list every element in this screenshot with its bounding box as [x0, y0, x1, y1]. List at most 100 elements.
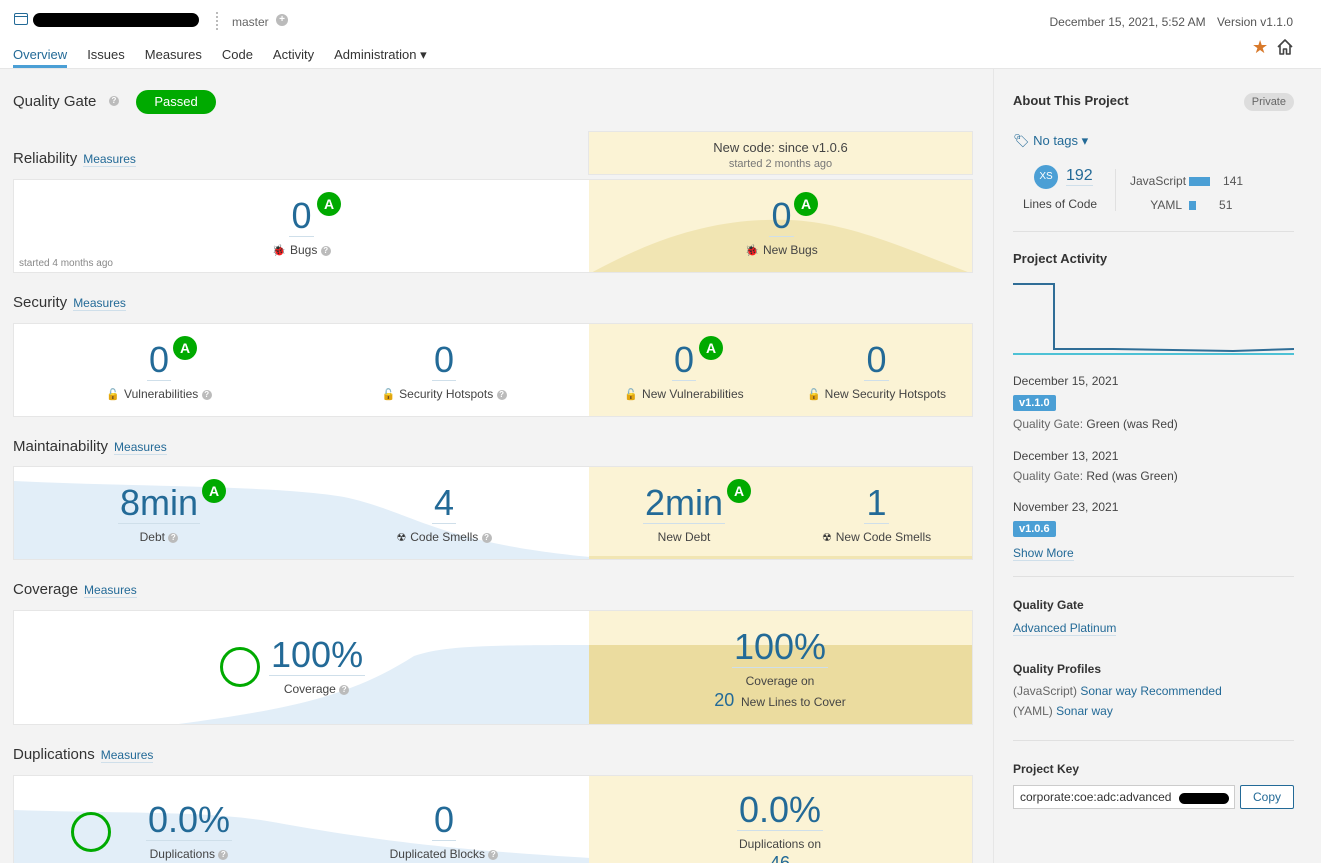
new-vulnerabilities-rating[interactable]: A [699, 336, 723, 360]
duplicated-blocks-metric[interactable]: 0 Duplicated Blocks ? [369, 800, 519, 861]
help-icon[interactable]: ? [339, 684, 350, 695]
new-dup-lines-value[interactable]: 46 [770, 853, 790, 863]
bugs-rating[interactable]: A [317, 192, 341, 216]
new-bugs-label: New Bugs [763, 243, 818, 257]
debt-value[interactable]: 8min [117, 483, 201, 524]
new-debt-metric[interactable]: 2min New Debt [624, 483, 744, 544]
help-icon[interactable]: ? [496, 389, 507, 400]
qp-section-title: Quality Profiles [1013, 662, 1102, 676]
help-icon[interactable]: ? [201, 389, 212, 400]
new-vulnerabilities-metric[interactable]: 0 🔓 New Vulnerabilities [604, 340, 764, 402]
tags-label[interactable]: No tags [1033, 133, 1078, 148]
help-icon[interactable]: ? [109, 96, 119, 106]
new-hotspots-metric[interactable]: 0 🔓 New Security Hotspots [794, 340, 959, 402]
new-code-label: New code: since v1.0.6 [713, 140, 848, 155]
smell-icon: ☢ [821, 532, 832, 544]
new-lines-value[interactable]: 20 [714, 690, 734, 710]
activity-section: Project Activity [1013, 251, 1294, 266]
new-bugs-metric[interactable]: 0 🐞 New Bugs [694, 196, 869, 258]
code-smells-label: Code Smells [410, 530, 479, 544]
help-icon[interactable]: ? [488, 849, 499, 860]
security-measures-link[interactable]: Measures [73, 296, 126, 311]
duplications-metric[interactable]: 0.0% Duplications ? [124, 800, 254, 861]
new-code-smells-value[interactable]: 1 [864, 483, 889, 524]
bugs-label: Bugs [290, 243, 318, 257]
vulnerabilities-value[interactable]: 0 [146, 340, 172, 381]
tab-administration[interactable]: Administration ▾ [334, 47, 427, 68]
duplicated-blocks-label: Duplicated Blocks [389, 847, 486, 861]
duplications-value[interactable]: 0.0% [145, 800, 233, 841]
bugs-metric[interactable]: 0 🐞 Bugs ? [214, 196, 389, 257]
new-coverage-label: Coverage on [745, 674, 815, 688]
branch-name[interactable]: master [232, 15, 269, 29]
lock-icon: 🔓 [806, 389, 821, 401]
language-bar [1188, 177, 1210, 187]
security-title: Security Measures [13, 294, 126, 311]
new-debt-rating[interactable]: A [727, 479, 751, 503]
code-smells-metric[interactable]: 4 ☢ Code Smells ? [369, 483, 519, 544]
reliability-measures-link[interactable]: Measures [83, 152, 136, 167]
divider [1013, 740, 1294, 741]
tab-code[interactable]: Code [222, 47, 253, 68]
vulnerabilities-metric[interactable]: 0 🔓 Vulnerabilities ? [64, 340, 254, 401]
hotspots-metric[interactable]: 0 🔓 Security Hotspots ? [354, 340, 534, 401]
new-code-smells-metric[interactable]: 1 ☢ New Code Smells [804, 483, 949, 545]
tab-activity[interactable]: Activity [273, 47, 314, 68]
hotspots-value[interactable]: 0 [431, 340, 457, 381]
new-coverage-metric[interactable]: 100% Coverage on 20 New Lines to Cover [690, 627, 870, 711]
new-bugs-value[interactable]: 0 [769, 196, 794, 237]
new-hotspots-label: New Security Hotspots [824, 387, 947, 401]
loc-value[interactable]: 192 [1066, 167, 1093, 186]
show-more-link[interactable]: Show More [1013, 546, 1074, 561]
profile-row: (JavaScript) Sonar way Recommended [1013, 684, 1294, 698]
bugs-value[interactable]: 0 [289, 196, 314, 237]
duplicated-blocks-value[interactable]: 0 [431, 800, 457, 841]
coverage-metric[interactable]: 100% Coverage ? [269, 635, 366, 696]
coverage-value[interactable]: 100% [269, 635, 366, 676]
new-hotspots-value[interactable]: 0 [864, 340, 889, 381]
new-duplications-metric[interactable]: 0.0% Duplications on 46 [700, 790, 860, 863]
new-duplications-value[interactable]: 0.0% [736, 790, 824, 831]
visibility-badge: Private [1243, 93, 1294, 111]
quality-gate-link[interactable]: Advanced Platinum [1013, 621, 1117, 636]
coverage-title: Coverage Measures [13, 581, 137, 598]
gate-change: Green (was Red) [1086, 417, 1178, 431]
star-icon[interactable]: ★ [1252, 38, 1268, 56]
duplications-measures-link[interactable]: Measures [100, 748, 154, 763]
language-bar [1188, 201, 1196, 211]
section-name: Duplications [13, 746, 95, 763]
new-coverage-value[interactable]: 100% [731, 627, 829, 668]
maintainability-measures-link[interactable]: Measures [114, 440, 167, 455]
activity-entry: December 15, 2021 v1.1.0 Quality Gate: G… [1013, 374, 1294, 431]
reliability-title: Reliability Measures [13, 150, 136, 167]
tags-selector[interactable]: 🏷 No tags ▾ [1013, 133, 1294, 149]
size-rating-badge: XS [1034, 165, 1058, 189]
code-smells-value[interactable]: 4 [431, 483, 457, 524]
profile-link[interactable]: Sonar way Recommended [1080, 684, 1221, 698]
profile-row: (YAML) Sonar way [1013, 704, 1294, 718]
branch-plus-icon[interactable]: + [276, 14, 288, 26]
help-icon[interactable]: ? [320, 245, 331, 256]
profile-language: (JavaScript) [1013, 684, 1078, 698]
activity-graph[interactable] [1013, 279, 1294, 359]
debt-rating[interactable]: A [202, 479, 226, 503]
help-icon[interactable]: ? [481, 532, 492, 543]
vulnerabilities-rating[interactable]: A [173, 336, 197, 360]
home-icon[interactable] [1276, 38, 1294, 56]
duplications-panel: 0.0% Duplications ? 0 Duplicated Blocks … [13, 775, 973, 863]
copy-key-button[interactable]: Copy [1240, 785, 1294, 809]
tab-overview[interactable]: Overview [13, 47, 68, 68]
profile-link[interactable]: Sonar way [1056, 704, 1113, 718]
help-icon[interactable]: ? [218, 849, 229, 860]
tab-measures[interactable]: Measures [145, 47, 202, 68]
coverage-label: Coverage [283, 682, 336, 696]
new-bugs-rating[interactable]: A [794, 192, 818, 216]
project-sidebar: About This Project Private 🏷 No tags ▾ X… [993, 69, 1321, 863]
tab-issues[interactable]: Issues [87, 47, 125, 68]
redacted-project-name [33, 13, 199, 27]
help-icon[interactable]: ? [168, 532, 179, 543]
coverage-measures-link[interactable]: Measures [84, 583, 137, 598]
new-debt-value[interactable]: 2min [642, 483, 726, 524]
activity-date: December 13, 2021 [1013, 449, 1119, 463]
new-vulnerabilities-value[interactable]: 0 [671, 340, 697, 381]
